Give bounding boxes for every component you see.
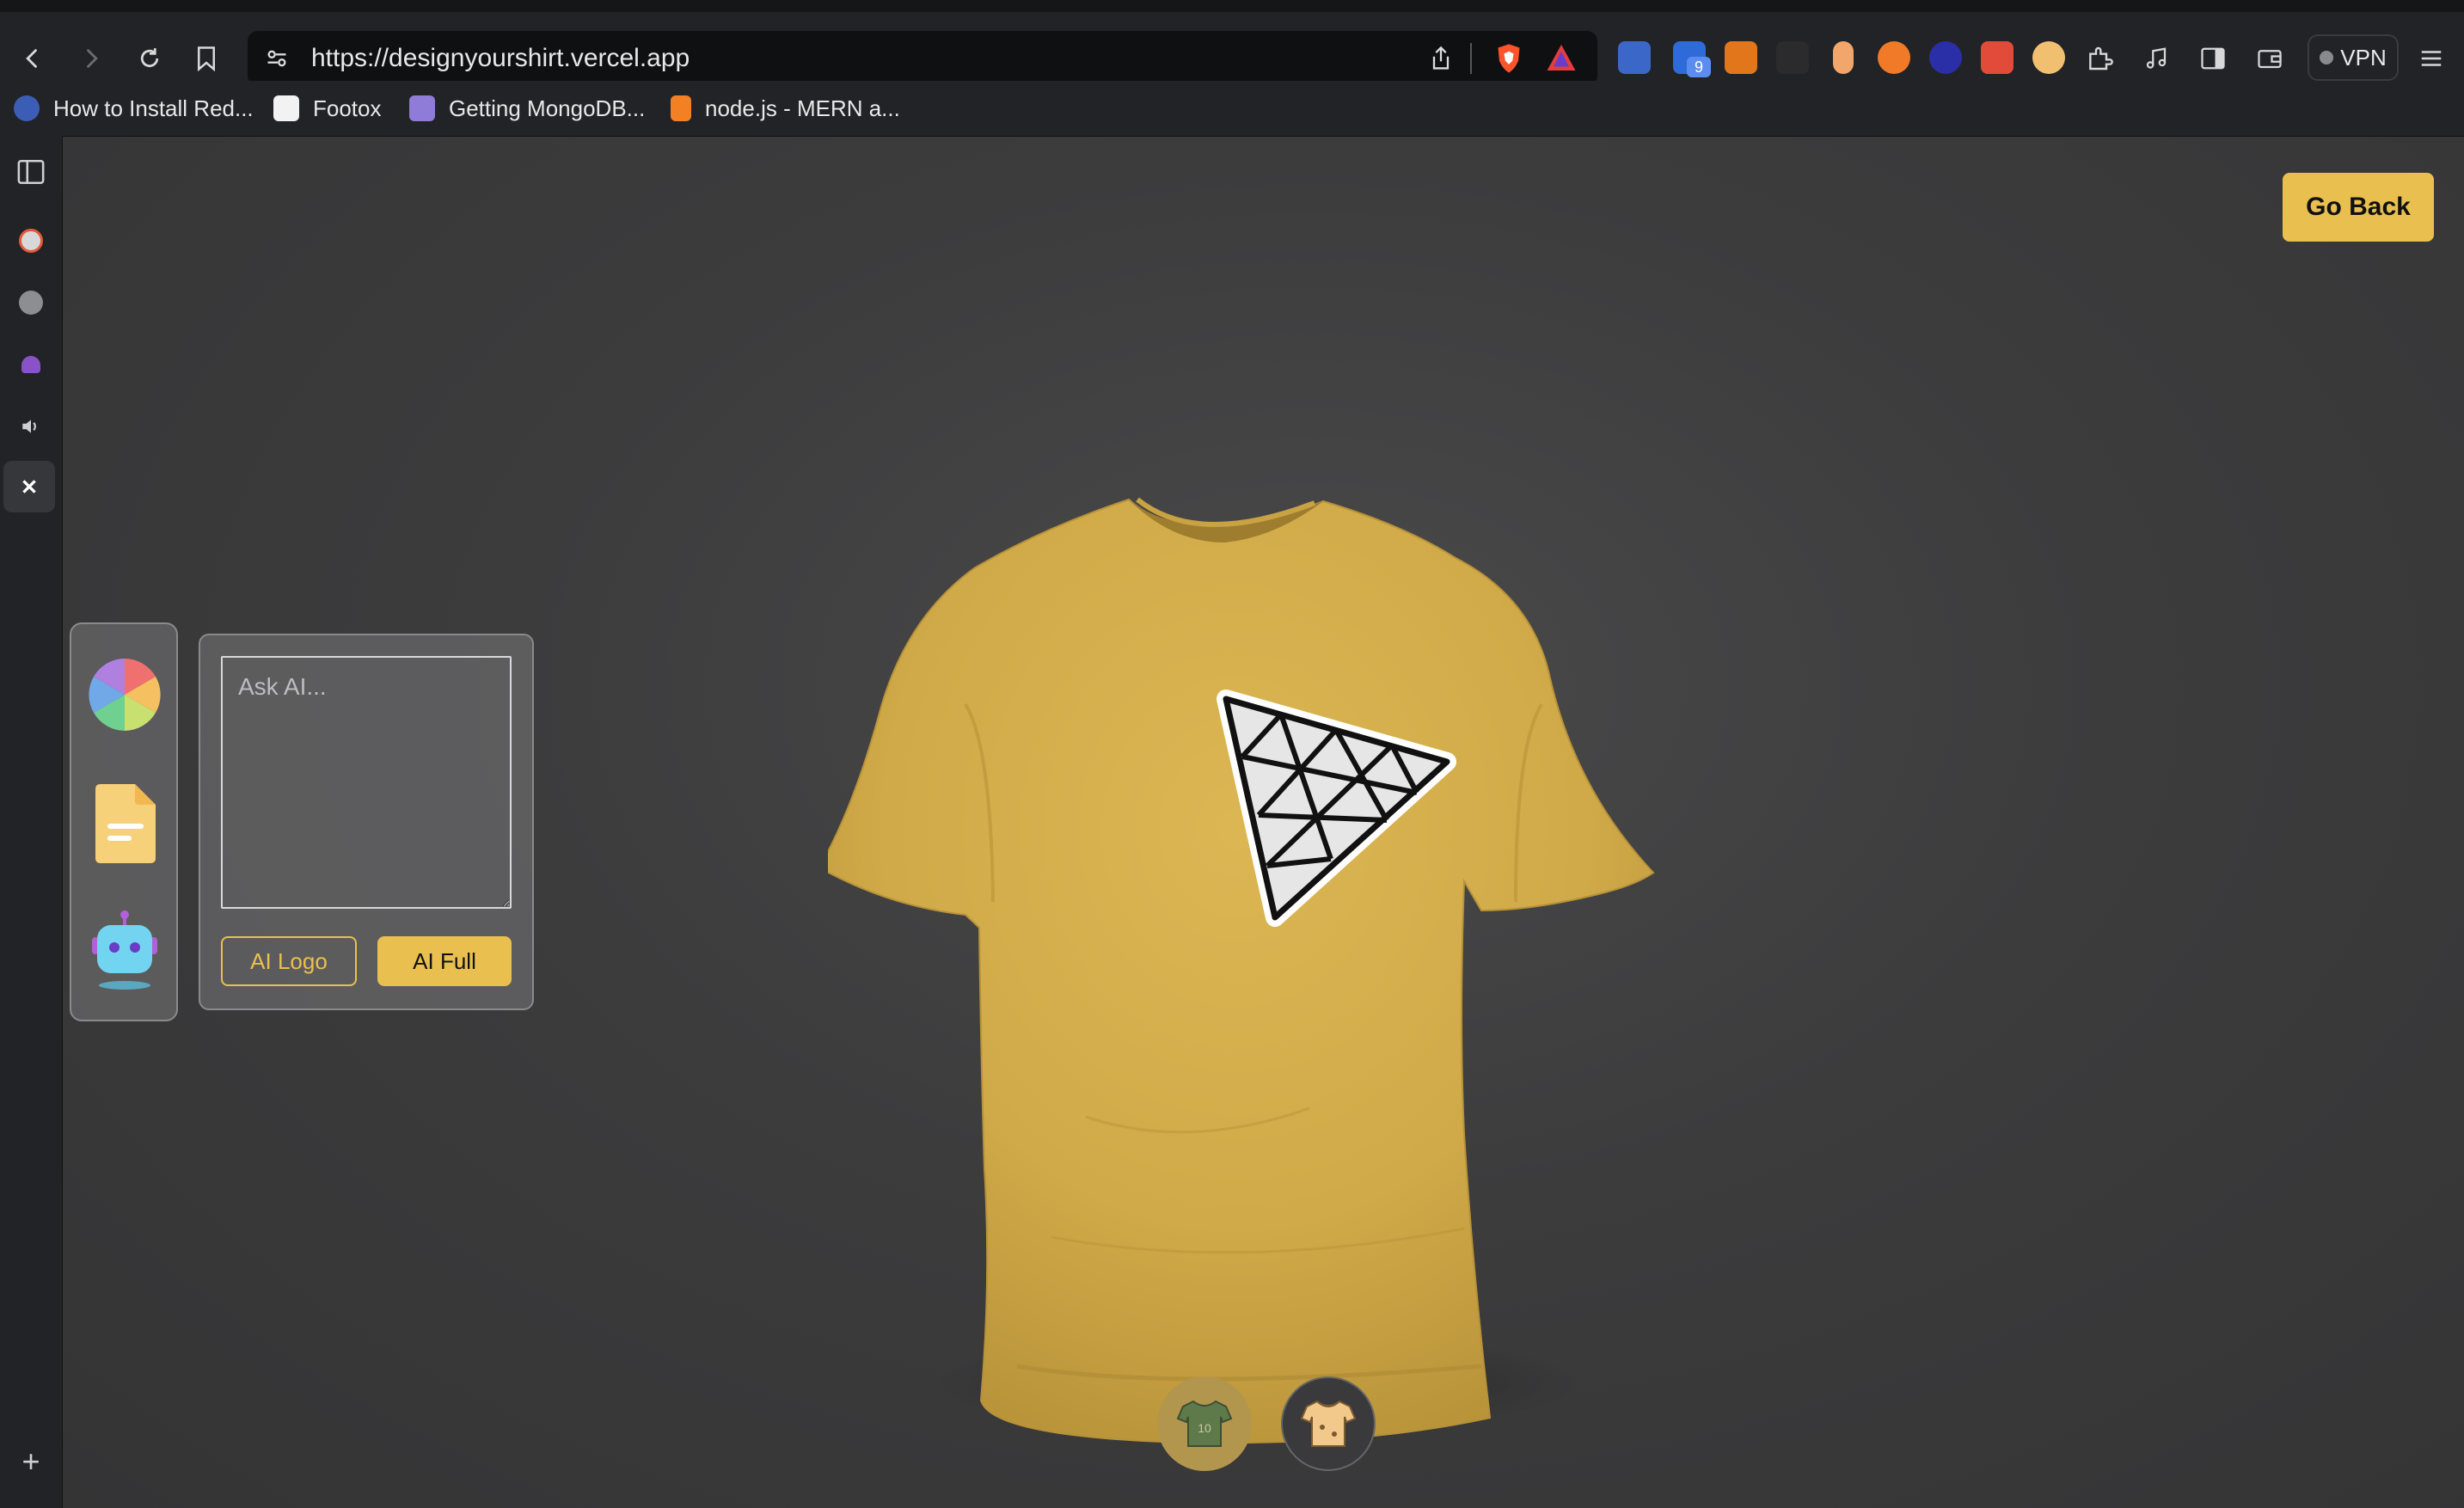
- logo-shirt-icon: 10: [1176, 1400, 1233, 1447]
- file-icon: [95, 784, 156, 863]
- brave-rewards-icon[interactable]: [1546, 43, 1577, 77]
- bookmark-label: node.js - MERN a...: [705, 95, 900, 121]
- bookmark-label: Getting MongoDB...: [449, 95, 646, 121]
- app-canvas: Go Back Ask AI... AI Logo AI Full 10: [63, 137, 2464, 1508]
- vpn-button[interactable]: VPN: [2308, 34, 2399, 81]
- browser-toolbar: https://designyourshirt.vercel.app 9 VPN: [0, 12, 2464, 86]
- bookmark-item[interactable]: How to Install Red...: [14, 81, 254, 136]
- vpn-status-icon: [2320, 51, 2334, 64]
- extension-radio-icon[interactable]: [1929, 41, 1962, 74]
- browser-sidebar: +: [0, 136, 63, 1508]
- back-icon[interactable]: [15, 41, 50, 76]
- bookmark-icon[interactable]: [189, 41, 224, 76]
- bookmark-item[interactable]: Getting MongoDB...: [409, 81, 645, 136]
- sidebar-toggle-icon[interactable]: [2196, 41, 2230, 76]
- stylish-shirt-icon: [1300, 1400, 1357, 1447]
- ai-logo-button[interactable]: AI Logo: [221, 936, 357, 986]
- extension-badge: 9: [1687, 57, 1711, 77]
- go-back-button[interactable]: Go Back: [2283, 173, 2434, 242]
- reload-icon[interactable]: [132, 41, 167, 76]
- extension-ball-icon[interactable]: [2032, 41, 2065, 74]
- color-wheel-icon: [89, 659, 161, 731]
- menu-icon[interactable]: [2414, 41, 2449, 76]
- globe-favicon-icon: [14, 95, 40, 121]
- ai-prompt-input[interactable]: [221, 656, 512, 909]
- share-icon[interactable]: [1429, 45, 1453, 77]
- forward-icon[interactable]: [74, 41, 108, 76]
- globe-icon[interactable]: [12, 284, 50, 322]
- download-icon[interactable]: [1618, 41, 1651, 74]
- url-text[interactable]: https://designyourshirt.vercel.app: [311, 31, 690, 86]
- metamask-icon[interactable]: [1725, 41, 1757, 74]
- panel-toggle-icon[interactable]: [12, 153, 50, 191]
- shirt-3d-viewer[interactable]: [818, 343, 1688, 1461]
- site-settings-icon[interactable]: [265, 46, 289, 75]
- extension-icon[interactable]: 9: [1673, 41, 1711, 77]
- extension-dark-icon[interactable]: [1776, 41, 1809, 74]
- music-icon[interactable]: [2139, 41, 2173, 76]
- add-sidebar-button[interactable]: +: [12, 1443, 50, 1480]
- svg-text:10: 10: [1198, 1421, 1211, 1435]
- window-top-strip: [0, 0, 2464, 12]
- close-icon[interactable]: [3, 461, 55, 512]
- ai-picker-tool[interactable]: [89, 908, 161, 990]
- brave-news-icon[interactable]: [12, 222, 50, 260]
- bookmark-label: Footox: [313, 95, 382, 121]
- file-picker-tool[interactable]: [89, 784, 161, 863]
- speaker-icon[interactable]: [12, 408, 50, 445]
- address-bar[interactable]: https://designyourshirt.vercel.app: [248, 31, 1597, 86]
- wallet-icon[interactable]: [2253, 41, 2287, 76]
- editor-tabs-panel: [70, 622, 178, 1021]
- extension-pill-icon[interactable]: [1833, 41, 1854, 74]
- mongodb-favicon-icon: [409, 95, 435, 121]
- stackoverflow-favicon-icon: [671, 95, 691, 121]
- robot-icon: [92, 910, 157, 990]
- extension-orange-icon[interactable]: [1878, 41, 1910, 74]
- logo-shirt-filter[interactable]: 10: [1157, 1376, 1252, 1471]
- bookmark-item[interactable]: Footox: [273, 81, 382, 136]
- tshirt-model: [818, 497, 1655, 1444]
- extensions-puzzle-icon[interactable]: [2082, 41, 2117, 76]
- url-divider: [1470, 43, 1472, 74]
- color-picker-tool[interactable]: [89, 659, 161, 736]
- octopus-icon[interactable]: [12, 346, 50, 383]
- extension-red-icon[interactable]: [1981, 41, 2013, 74]
- brave-shields-icon[interactable]: [1494, 43, 1523, 78]
- ai-full-button[interactable]: AI Full: [377, 936, 512, 986]
- ai-picker-panel: AI Logo AI Full: [199, 634, 534, 1010]
- bookmark-label: How to Install Red...: [53, 95, 254, 121]
- bookmark-item[interactable]: node.js - MERN a...: [671, 81, 900, 136]
- footox-favicon-icon: [273, 95, 299, 121]
- stylish-shirt-filter[interactable]: [1281, 1376, 1376, 1471]
- vpn-label: VPN: [2340, 44, 2387, 70]
